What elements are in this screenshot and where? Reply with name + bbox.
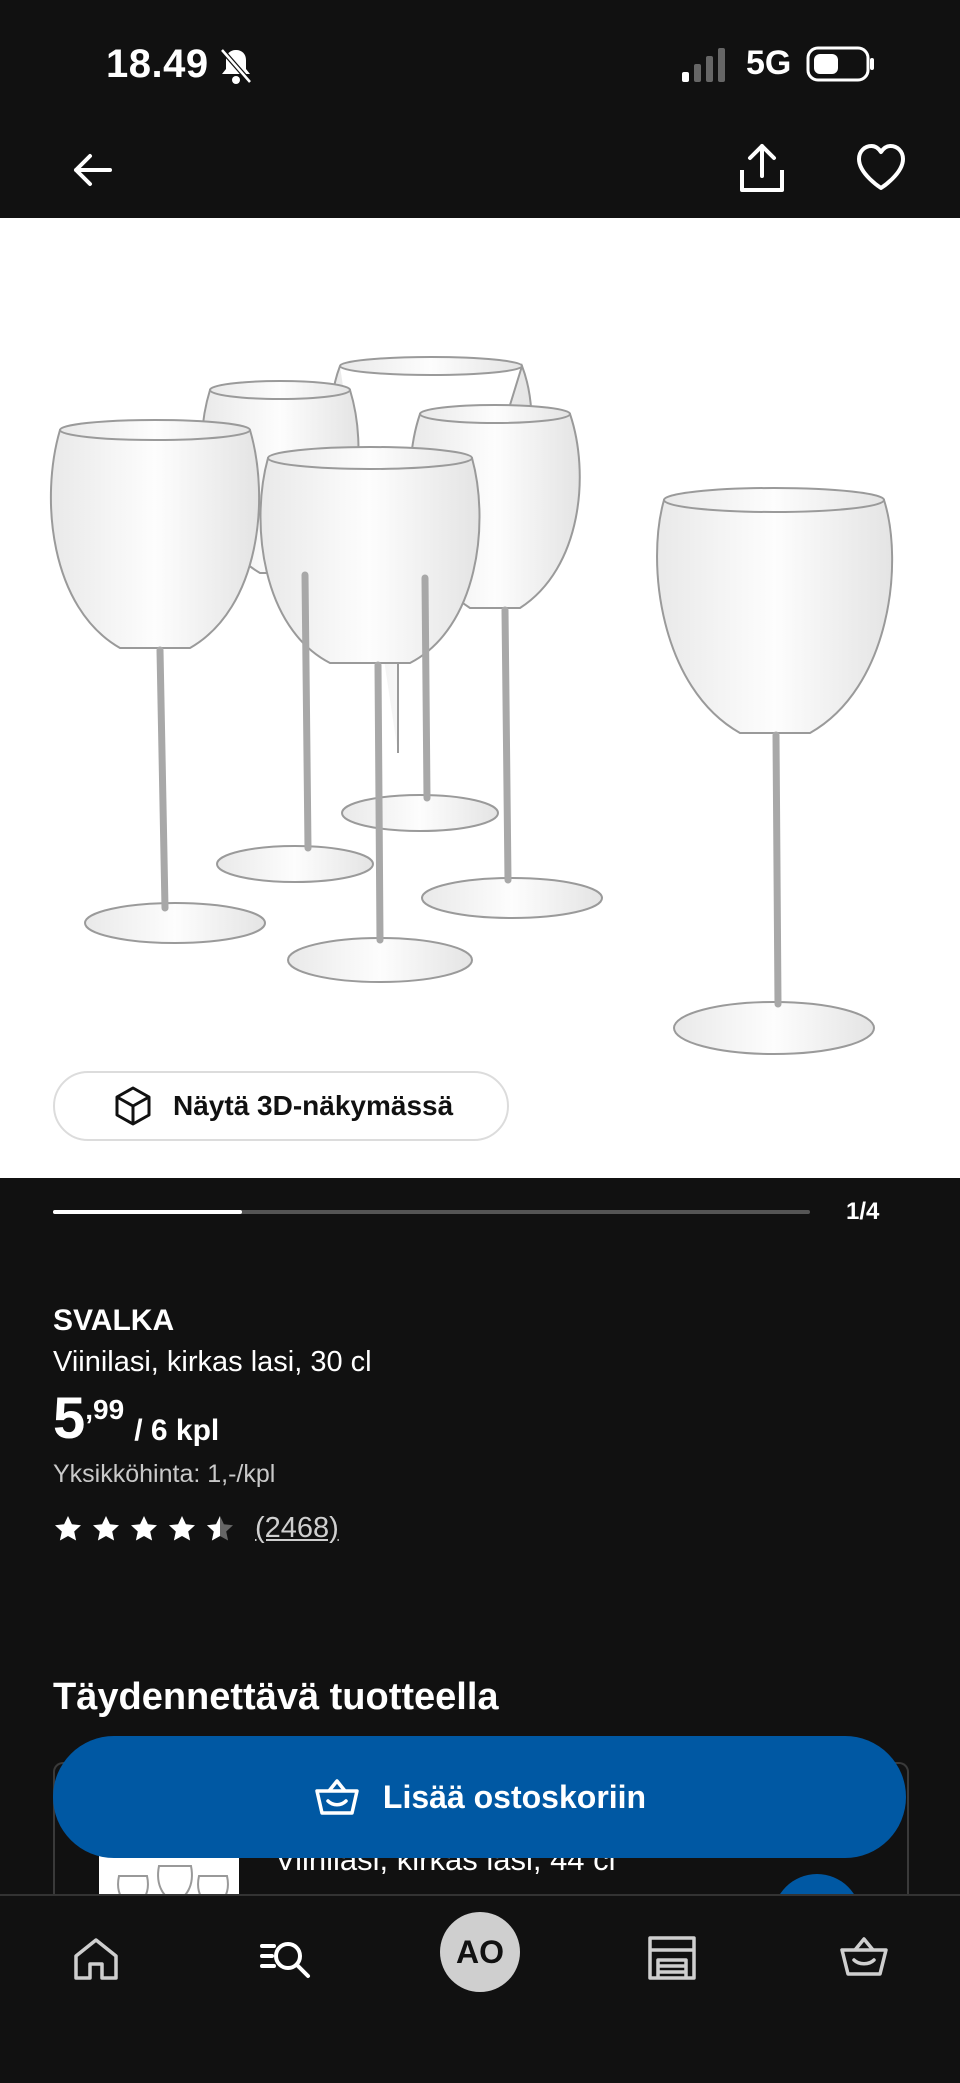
store-icon[interactable] [644,1930,700,1986]
cube-3d-icon [115,1086,151,1126]
star-icon [131,1515,157,1540]
search-icon[interactable] [258,1930,314,1986]
price-integer: 5 [53,1386,86,1451]
star-icon [93,1515,119,1540]
avatar-initials: AO [456,1933,504,1970]
star-half-icon [207,1515,233,1540]
star-icon [169,1515,195,1540]
unit-price: Yksikköhinta: 1,-/kpl [53,1460,276,1488]
rating[interactable]: (2468) [53,1512,339,1545]
gallery-progress-fill [53,1210,243,1214]
view-3d-label: Näytä 3D-näkymässä [173,1090,454,1121]
heart-icon[interactable] [854,142,908,194]
wine-glasses-image [49,356,894,1055]
app-bar [0,130,960,218]
gallery-progress [53,1210,810,1214]
status-time: 18.49 [106,42,209,86]
avatar[interactable]: AO [440,1912,520,1992]
share-icon[interactable] [736,140,788,196]
network-label: 5G [746,44,792,82]
star-icon [55,1515,81,1540]
price-unit: / 6 kpl [134,1414,220,1447]
product-price: 5 ,99 / 6 kpl [53,1386,219,1452]
signal-icon [682,48,725,82]
cart-icon[interactable] [836,1930,892,1986]
complement-title: Täydennettävä tuotteella [53,1676,499,1718]
home-icon[interactable] [68,1930,124,1986]
back-arrow-icon[interactable] [66,144,118,196]
status-bar: 18.49 5G [0,0,960,130]
bell-muted-icon [220,48,252,84]
product-description: Viinilasi, kirkas lasi, 30 cl [53,1346,372,1378]
price-decimal: ,99 [85,1394,125,1425]
product-brand: SVALKA [53,1304,175,1337]
view-3d-button[interactable]: Näytä 3D-näkymässä [53,1071,509,1141]
product-image[interactable]: Näytä 3D-näkymässä [0,218,960,1178]
battery-icon [806,46,874,82]
add-to-cart-button[interactable]: Lisää ostoskoriin [53,1736,906,1858]
rating-count[interactable]: (2468) [255,1512,339,1545]
add-to-cart-label: Lisää ostoskoriin [382,1778,647,1815]
gallery-counter: 1/4 [846,1198,880,1225]
basket-icon [315,1779,359,1815]
